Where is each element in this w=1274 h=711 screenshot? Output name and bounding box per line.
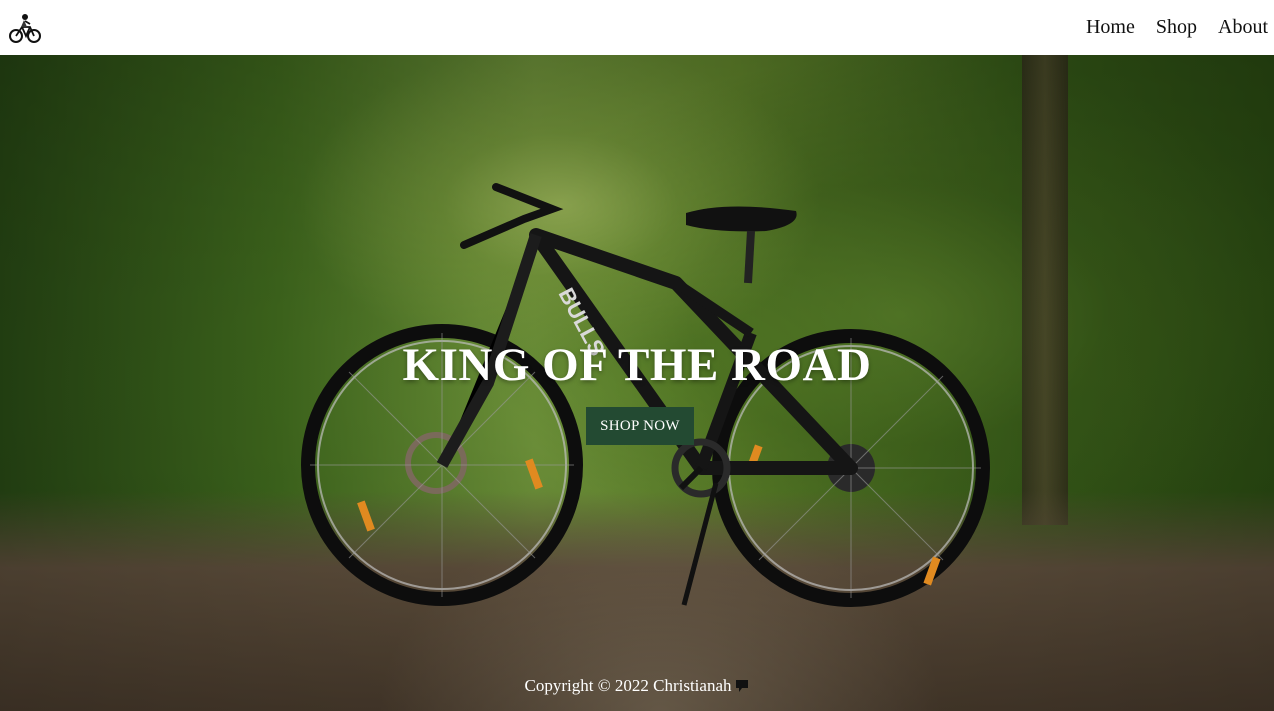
cyclist-icon[interactable]: [8, 11, 42, 45]
speech-bubble-icon: [734, 678, 750, 694]
copyright-text: Copyright © 2022 Christianah: [524, 676, 732, 695]
hero-section: BULLS KING OF THE ROAD SHOP NOW Copyrigh…: [0, 55, 1274, 711]
nav-link-home[interactable]: Home: [1086, 16, 1135, 39]
navbar: Home Shop About: [0, 0, 1274, 55]
footer: Copyright © 2022 Christianah: [0, 676, 1274, 696]
nav-link-about[interactable]: About: [1218, 16, 1268, 39]
hero-title: KING OF THE ROAD: [402, 339, 872, 391]
shop-now-button[interactable]: SHOP NOW: [586, 407, 694, 445]
nav-links: Home Shop About: [1086, 16, 1268, 39]
nav-link-shop[interactable]: Shop: [1156, 16, 1197, 39]
